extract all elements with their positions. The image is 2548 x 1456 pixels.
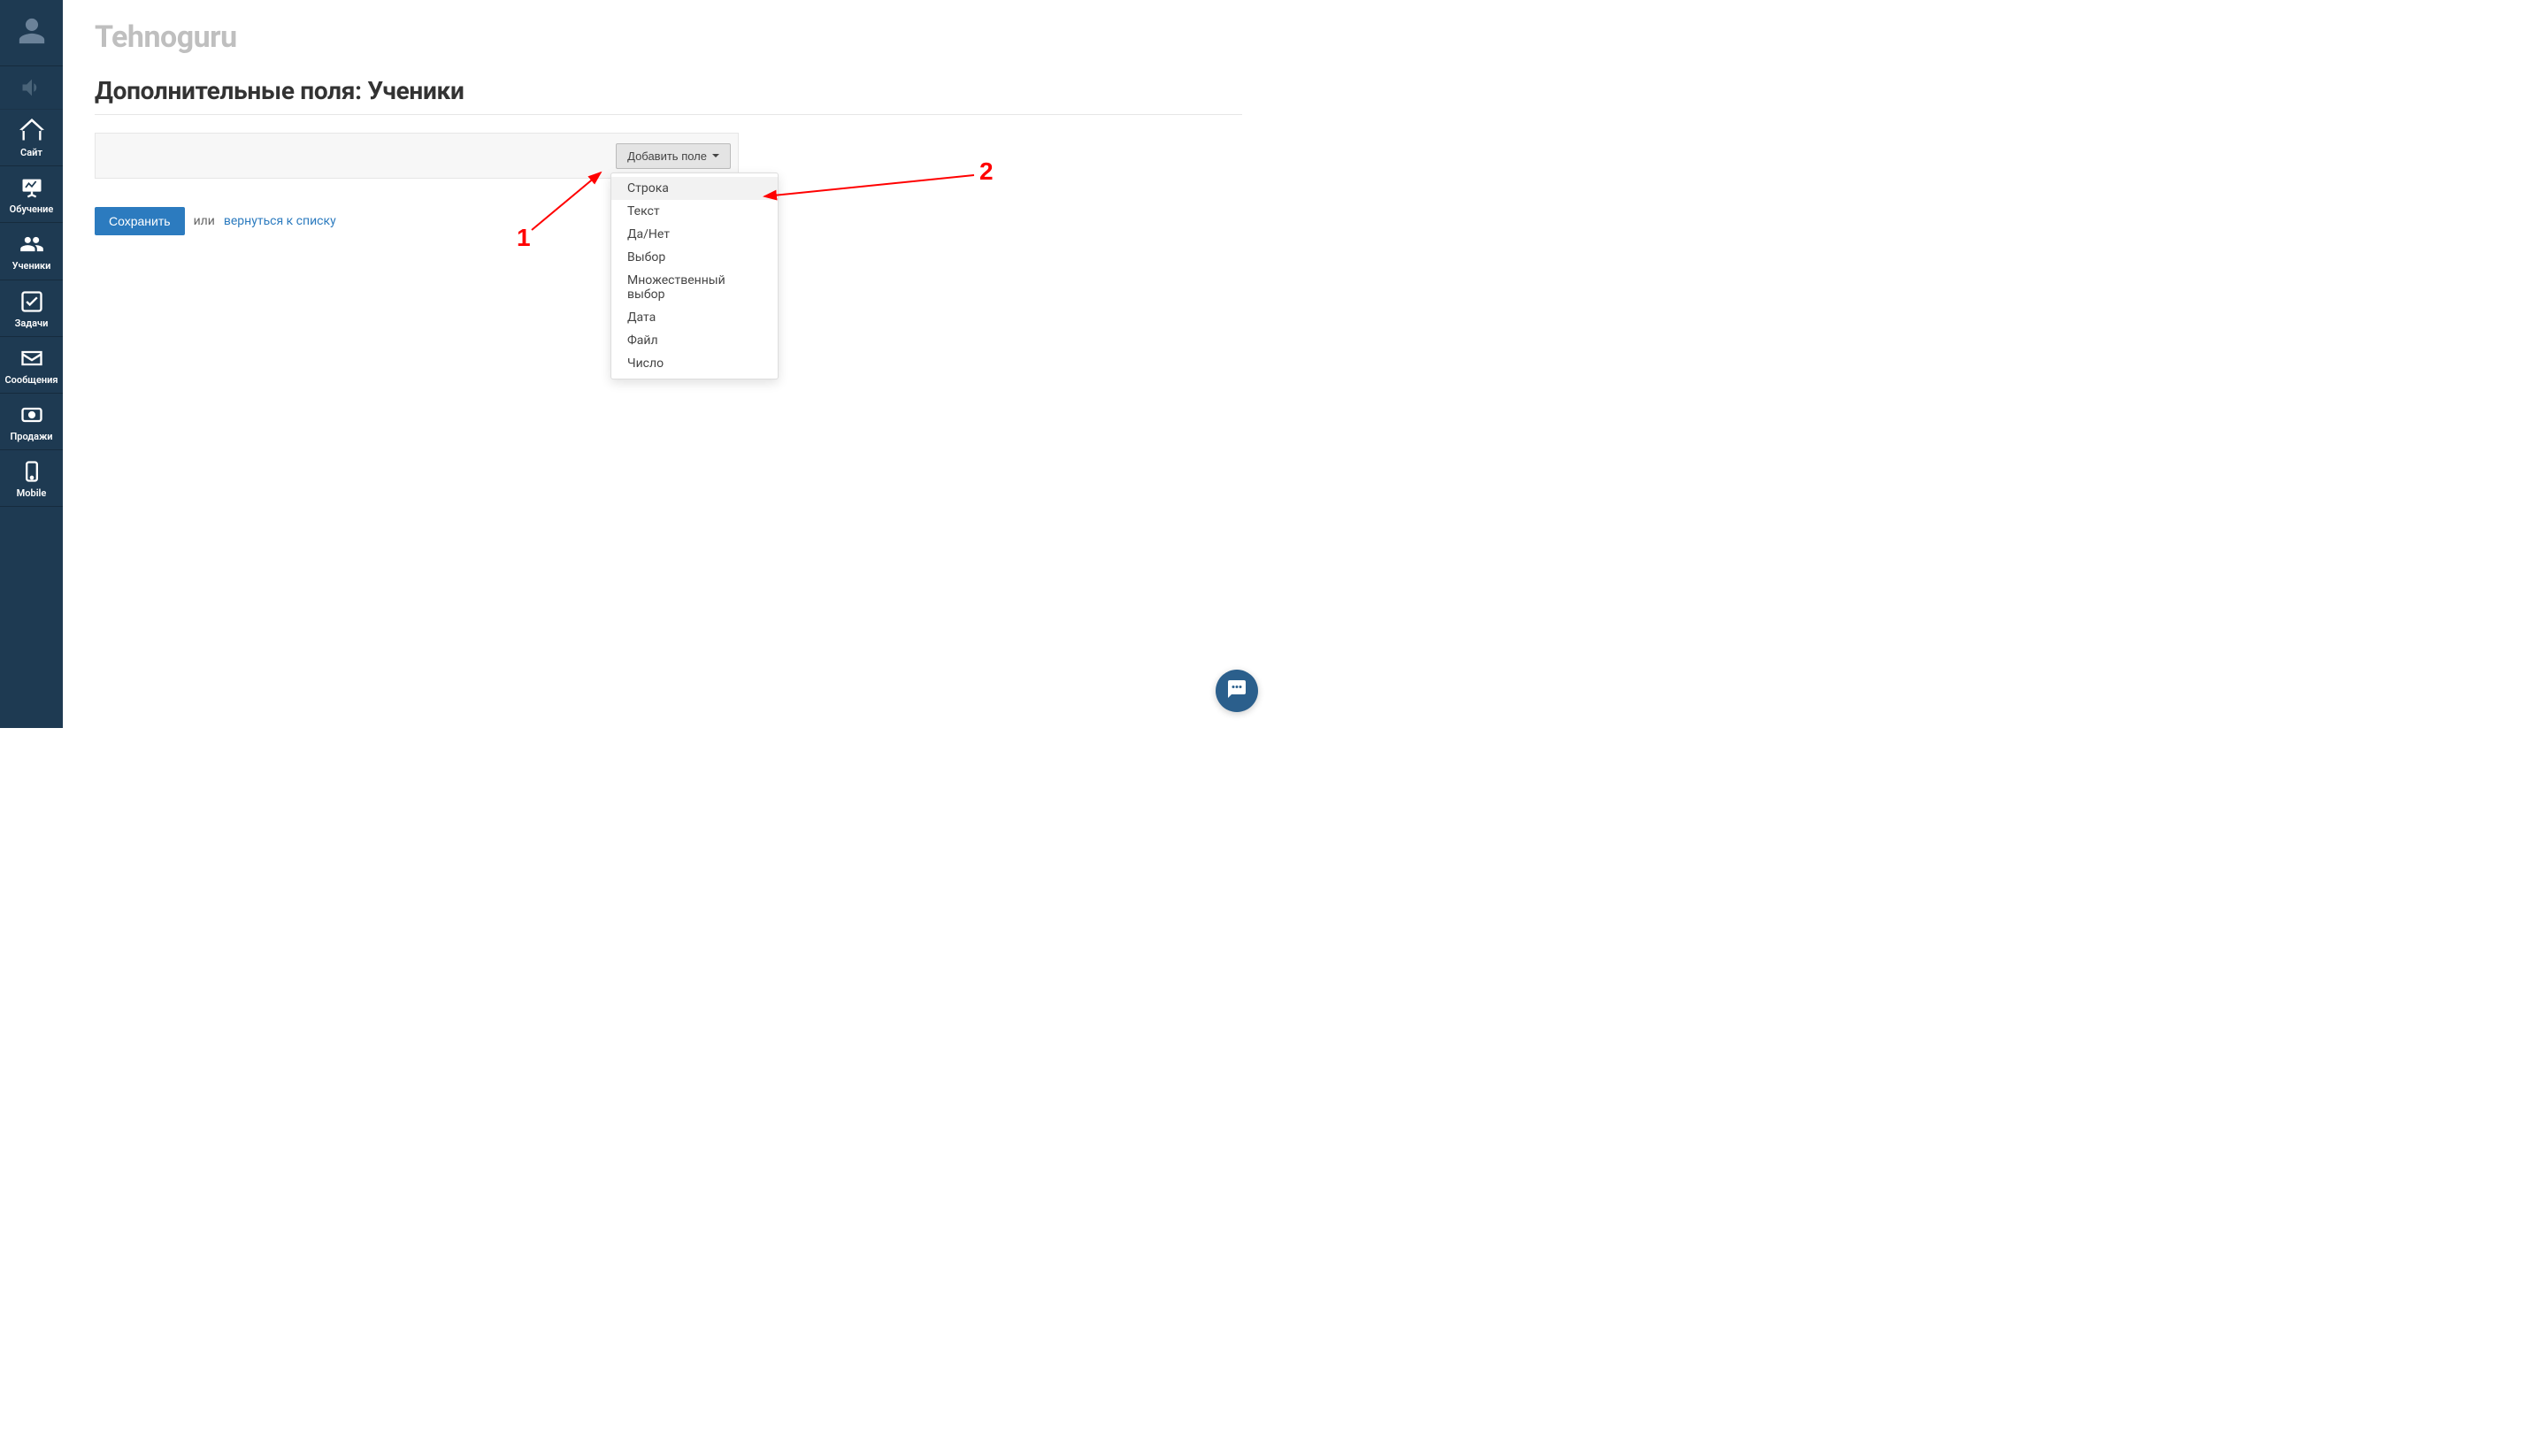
or-text: или [194, 214, 215, 228]
speaker-icon [19, 75, 44, 100]
dropdown-item-string[interactable]: Строка [611, 177, 778, 200]
sidebar-item-students[interactable]: Ученики [0, 223, 63, 280]
sidebar-item-sales[interactable]: Продажи [0, 394, 63, 450]
save-button[interactable]: Сохранить [95, 207, 185, 235]
dropdown-item-date[interactable]: Дата [611, 306, 778, 329]
main-content: Tehnoguru Дополнительные поля: Ученики Д… [63, 0, 1274, 728]
sidebar-item-label: Ученики [12, 260, 51, 272]
sidebar-item-learning[interactable]: Обучение [0, 166, 63, 223]
chat-icon [1226, 678, 1247, 703]
cash-icon [19, 402, 44, 427]
sidebar-item-site[interactable]: Сайт [0, 110, 63, 166]
sidebar-item-profile[interactable] [0, 0, 63, 66]
add-field-button[interactable]: Добавить поле [616, 143, 731, 169]
home-icon [19, 119, 44, 143]
sidebar-item-label: Сайт [20, 147, 42, 158]
users-icon [19, 232, 44, 257]
divider [95, 114, 1242, 115]
chat-bubble-button[interactable] [1216, 670, 1258, 712]
checkbox-icon [19, 289, 44, 314]
sidebar-item-mobile[interactable]: Mobile [0, 450, 63, 507]
dropdown-item-number[interactable]: Число [611, 352, 778, 375]
sidebar-item-sound[interactable] [0, 66, 63, 110]
dropdown-item-text[interactable]: Текст [611, 200, 778, 223]
sidebar-item-label: Продажи [10, 431, 52, 442]
dropdown-item-yesno[interactable]: Да/Нет [611, 223, 778, 246]
add-field-button-label: Добавить поле [627, 149, 707, 163]
dropdown-item-file[interactable]: Файл [611, 329, 778, 352]
dropdown-item-select[interactable]: Выбор [611, 246, 778, 269]
sidebar-item-label: Задачи [15, 318, 49, 329]
sidebar-item-tasks[interactable]: Задачи [0, 280, 63, 337]
app-title: Tehnoguru [95, 19, 1242, 55]
field-type-dropdown: Строка Текст Да/Нет Выбор Множественный … [610, 172, 779, 379]
presentation-icon [19, 175, 44, 200]
sidebar-item-label: Сообщения [4, 374, 58, 386]
sidebar-item-messages[interactable]: Сообщения [0, 337, 63, 394]
fields-panel: Добавить поле Строка Текст Да/Нет Выбор … [95, 133, 739, 179]
envelope-icon [19, 346, 44, 371]
phone-icon [19, 459, 44, 484]
return-to-list-link[interactable]: вернуться к списку [224, 214, 336, 228]
page-title: Дополнительные поля: Ученики [95, 76, 1242, 105]
dropdown-item-multiselect[interactable]: Множественный выбор [611, 269, 778, 306]
sidebar-item-label: Обучение [10, 203, 54, 215]
sidebar: Сайт Обучение Ученики Задачи Сообщения П… [0, 0, 63, 728]
sidebar-item-label: Mobile [17, 487, 47, 499]
caret-down-icon [712, 154, 719, 157]
user-icon [17, 16, 47, 46]
